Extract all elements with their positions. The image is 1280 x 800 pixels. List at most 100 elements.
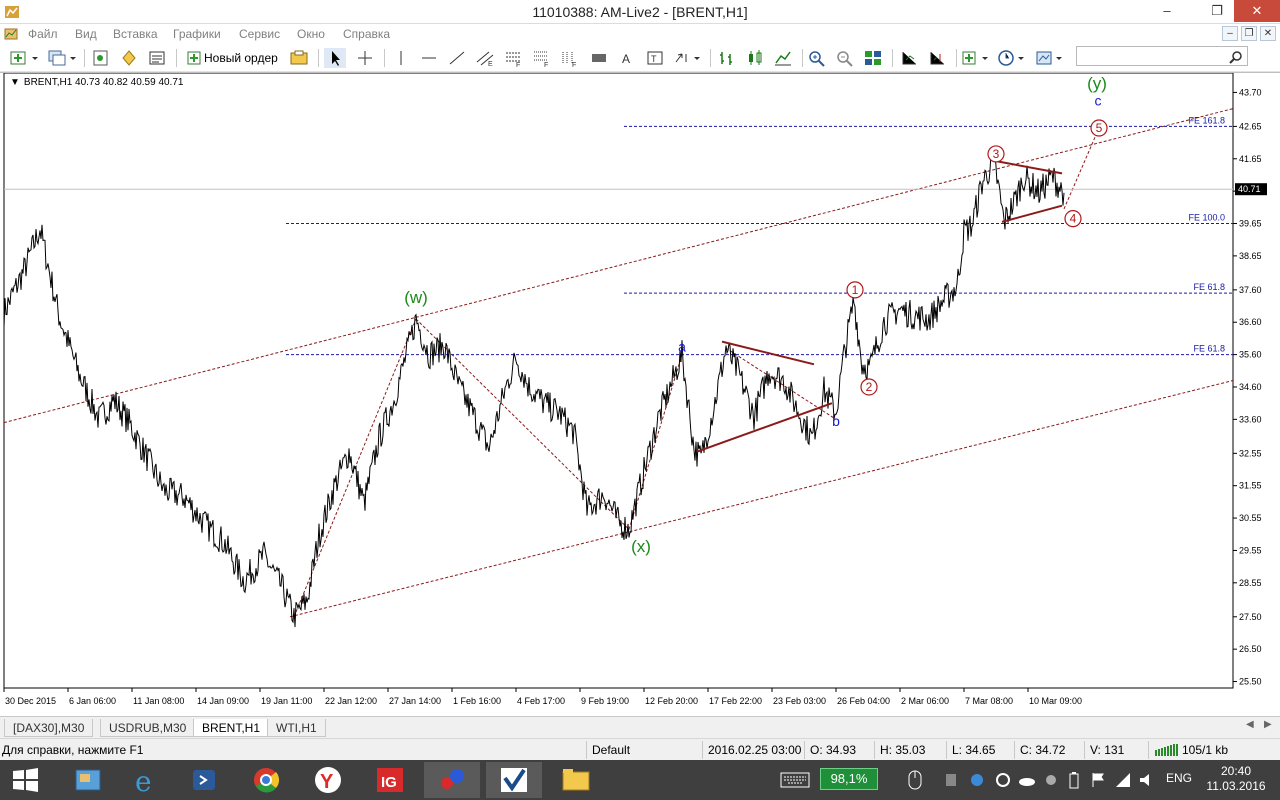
wave-label: 3: [993, 147, 1000, 161]
tab-brent[interactable]: BRENT,H1: [193, 719, 270, 737]
mdi-restore-button[interactable]: ❐: [1241, 26, 1257, 41]
trendline-icon[interactable]: [446, 48, 468, 68]
text-label-icon[interactable]: T: [644, 48, 666, 68]
keyboard-icon[interactable]: [780, 770, 810, 790]
tray-sync-icon[interactable]: [994, 772, 1012, 788]
language-indicator[interactable]: ENG: [1166, 771, 1192, 785]
flag-icon[interactable]: [1090, 771, 1106, 789]
navigator-icon[interactable]: [118, 48, 140, 68]
cursor-icon[interactable]: [324, 48, 346, 68]
y-tick-label: 31.55: [1239, 481, 1262, 491]
ig-app-icon[interactable]: IG: [362, 762, 418, 798]
tab-usdrub[interactable]: USDRUB,M30: [100, 719, 196, 737]
chart-window-icon[interactable]: [4, 27, 18, 41]
status-close: C: 34.72: [1020, 743, 1066, 757]
menu-help[interactable]: Справка: [343, 27, 390, 41]
tray-gear-icon[interactable]: [1042, 772, 1060, 788]
profiles-icon[interactable]: [46, 48, 78, 68]
y-tick-label: 37.60: [1239, 285, 1262, 295]
tray-app-icon[interactable]: [944, 772, 958, 788]
templates-icon[interactable]: [1034, 48, 1066, 68]
collapse-triangle-icon[interactable]: ▼: [10, 77, 20, 88]
search-field[interactable]: [1076, 46, 1248, 66]
chart-area[interactable]: FE 161.8 FE 100.0 FE 61.8 FE 61.8 (w) (x) (y) a…: [0, 72, 1280, 716]
text-icon[interactable]: A: [616, 48, 638, 68]
y-tick-label: 38.65: [1239, 251, 1262, 261]
price-chart[interactable]: FE 161.8 FE 100.0 FE 61.8 FE 61.8 (w) (x) (y) a…: [0, 73, 1280, 717]
line-chart-icon[interactable]: [772, 48, 794, 68]
chrome-icon[interactable]: [238, 762, 294, 798]
taskbar-clock[interactable]: 20:40 11.03.2016: [1196, 764, 1276, 794]
bar-chart-icon[interactable]: [716, 48, 738, 68]
remote-app-icon[interactable]: [176, 762, 232, 798]
file-explorer-icon[interactable]: [548, 762, 604, 798]
fib-level-label: FE 61.8: [1193, 282, 1225, 292]
autoscroll-icon[interactable]: [898, 48, 920, 68]
tab-scroll-right-icon[interactable]: ▶: [1264, 719, 1272, 730]
current-price-label: 40.71: [1238, 184, 1261, 194]
indicators-icon[interactable]: [960, 48, 992, 68]
new-order-button[interactable]: Новый ордер: [184, 48, 284, 68]
y-tick-label: 42.65: [1239, 121, 1262, 131]
battery-icon[interactable]: [1068, 771, 1080, 789]
candles-icon[interactable]: [744, 48, 766, 68]
search-input[interactable]: [1077, 47, 1227, 65]
terminal-icon[interactable]: [146, 48, 168, 68]
y-tick-label: 30.55: [1239, 513, 1262, 523]
tile-windows-icon[interactable]: [862, 48, 884, 68]
yandex-browser-icon[interactable]: Y: [300, 762, 356, 798]
close-button[interactable]: ✕: [1234, 0, 1280, 22]
svg-text:A: A: [622, 52, 630, 66]
windows-start-icon[interactable]: [0, 762, 50, 798]
mdi-close-button[interactable]: ✕: [1260, 26, 1276, 41]
tab-wti[interactable]: WTI,H1: [267, 719, 326, 737]
tab-scroll-left-icon[interactable]: ◀: [1246, 719, 1254, 730]
zoom-in-icon[interactable]: [806, 48, 828, 68]
vertical-line-icon[interactable]: [390, 48, 412, 68]
svg-text:Y: Y: [320, 771, 334, 793]
gann-icon[interactable]: F: [530, 48, 552, 68]
title-bar: 11010388: AM-Live2 - [BRENT,H1] – ❐ ✕: [0, 0, 1280, 24]
tray-network-app-icon[interactable]: [968, 772, 986, 788]
menu-insert[interactable]: Вставка: [113, 27, 158, 41]
menu-bar: Файл Вид Вставка Графики Сервис Окно Спр…: [0, 24, 1280, 44]
y-tick-label: 29.55: [1239, 545, 1262, 555]
restore-button[interactable]: ❐: [1200, 0, 1234, 22]
dots-app-icon[interactable]: [424, 762, 480, 798]
checkmark-app-icon[interactable]: [486, 762, 542, 798]
fibonacci-icon[interactable]: F: [502, 48, 524, 68]
minimize-button[interactable]: –: [1150, 0, 1184, 22]
search-icon[interactable]: [1229, 50, 1243, 64]
arrows-icon[interactable]: [672, 48, 704, 68]
menu-window[interactable]: Окно: [297, 27, 325, 41]
mouse-icon[interactable]: [906, 769, 924, 791]
tab-dax30[interactable]: [DAX30],M30: [4, 719, 94, 737]
periods-icon[interactable]: [996, 48, 1028, 68]
fibo-time-icon[interactable]: F: [558, 48, 580, 68]
mdi-minimize-button[interactable]: –: [1222, 26, 1238, 41]
menu-view[interactable]: Вид: [75, 27, 97, 41]
menu-file[interactable]: Файл: [28, 27, 58, 41]
market-watch-icon[interactable]: [90, 48, 112, 68]
wifi-icon[interactable]: [1114, 771, 1132, 789]
zoom-out-icon[interactable]: [834, 48, 856, 68]
explorer-folder-icon[interactable]: [60, 762, 116, 798]
connection-bars-icon: [1155, 744, 1178, 756]
channel-icon[interactable]: E: [474, 48, 496, 68]
fib-level-label: FE 161.8: [1188, 115, 1225, 125]
chart-shift-icon[interactable]: [926, 48, 948, 68]
crosshair-icon[interactable]: [354, 48, 376, 68]
rectangle-icon[interactable]: [588, 48, 610, 68]
menu-tools[interactable]: Сервис: [239, 27, 280, 41]
internet-explorer-icon[interactable]: e: [118, 762, 174, 798]
status-traffic: 105/1 kb: [1182, 743, 1229, 757]
volume-icon[interactable]: [1138, 771, 1156, 789]
chart-header-text: BRENT,H1 40.73 40.82 40.59 40.71: [23, 77, 184, 88]
battery-meter[interactable]: 98,1%: [820, 768, 878, 790]
horizontal-line-icon[interactable]: [418, 48, 440, 68]
menu-charts[interactable]: Графики: [173, 27, 221, 41]
metaeditor-icon[interactable]: [288, 48, 310, 68]
new-chart-icon[interactable]: [8, 48, 40, 68]
fib-level-label: FE 61.8: [1193, 344, 1225, 354]
tray-cloud-icon[interactable]: [1018, 772, 1036, 788]
